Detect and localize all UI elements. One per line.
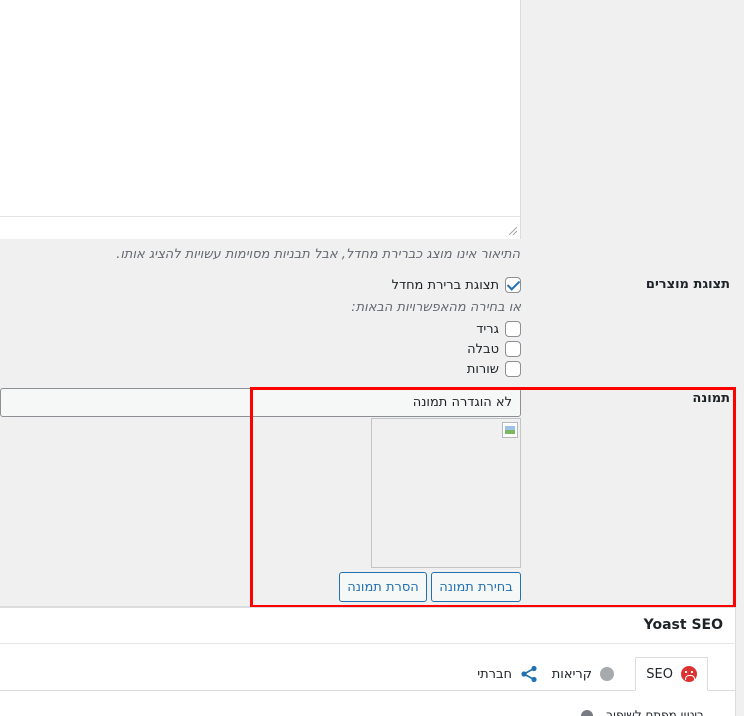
tab-social-label: חברתי [477,666,512,682]
default-display-label: תצוגת ברירת מחדל [391,277,499,293]
tab-readability[interactable]: קריאות [542,657,624,691]
rows-option-row[interactable]: שורות [467,361,521,377]
description-editor[interactable] [0,0,521,239]
grid-checkbox[interactable] [505,321,521,337]
options-hint: או בחירה מהאפשרויות הבאות: [351,300,521,315]
table-label: טבלה [467,341,499,357]
default-display-checkbox[interactable] [505,277,521,293]
rows-label: שורות [466,361,499,377]
grey-dot-icon [600,667,614,681]
grid-option-row[interactable]: גריד [476,321,521,337]
tab-seo[interactable]: SEO [635,657,708,691]
yoast-header-divider [0,643,736,644]
yoast-title[interactable]: Yoast SEO [644,617,723,633]
tab-readability-label: קריאות [551,666,592,682]
description-hint: התיאור אינו מוצג כברירת מחדל, אבל תבניות… [116,247,520,262]
rows-checkbox[interactable] [505,361,521,377]
tab-social[interactable]: חברתי [467,657,548,691]
focus-keyphrase-label: ביטוי מפתח לשיפור [606,708,704,716]
editor-status-bar [0,216,520,239]
tabs-baseline [0,690,736,691]
yoast-metabox [0,607,736,716]
grid-label: גריד [476,321,499,337]
highlight-annotation-box [250,387,736,608]
sad-face-icon [681,666,697,682]
table-option-row[interactable]: טבלה [467,341,521,357]
resize-handle-icon[interactable] [509,227,517,235]
product-display-label: תצוגת מוצרים [645,277,730,292]
tab-seo-label: SEO [646,666,673,682]
help-icon[interactable] [581,710,593,716]
share-icon [521,665,537,683]
default-display-checkbox-row[interactable]: תצוגת ברירת מחדל [392,277,521,293]
table-checkbox[interactable] [505,341,521,357]
